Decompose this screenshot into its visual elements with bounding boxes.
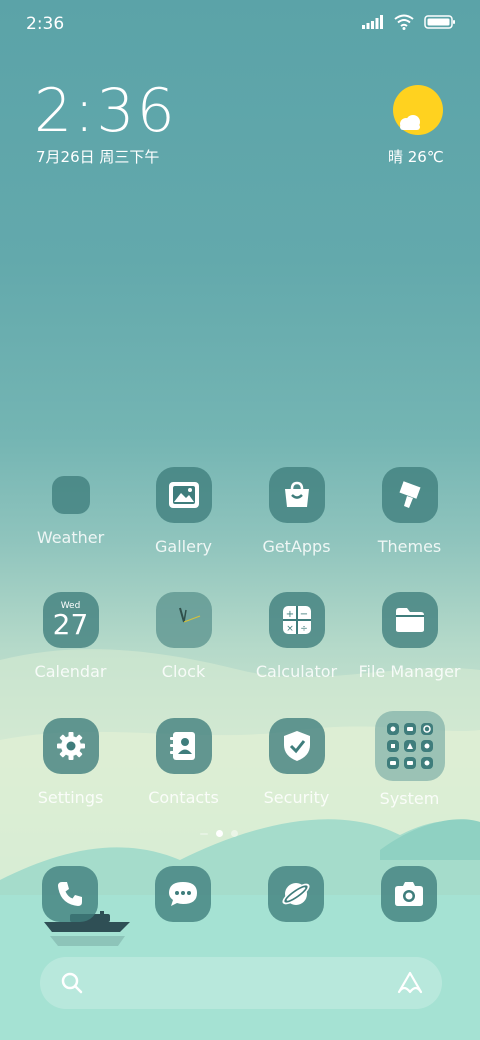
search-bar[interactable] [40,957,442,1009]
calendar-icon: Wed 27 [42,592,99,648]
app-label: Clock [161,662,206,681]
status-icons [362,14,456,30]
status-time: 2:36 [26,14,65,34]
contacts-book-icon [155,718,212,774]
app-clock[interactable]: Clock [127,592,240,681]
camera-icon [395,882,423,906]
app-calendar[interactable]: Wed 27 Calendar [14,592,127,681]
paintbrush-icon [381,467,438,523]
app-label: Weather [36,528,105,547]
gear-icon [42,718,99,774]
app-label: Calendar [34,662,107,681]
app-themes[interactable]: Themes [353,467,466,556]
folder-icon [381,592,438,648]
app-settings[interactable]: Settings [14,718,127,807]
app-label: System [379,789,440,808]
dock-camera[interactable] [381,866,437,922]
weather-icon [51,476,90,514]
sun-cloud-icon[interactable] [392,84,444,136]
app-label: Contacts [148,788,219,807]
app-label: Security [263,788,330,807]
gallery-icon [155,467,212,523]
calendar-date-number: 27 [52,607,89,641]
dock-messages[interactable] [155,866,211,922]
clock-widget-time[interactable]: 2:36 [34,76,177,146]
app-label: Calculator [255,662,338,681]
dock-phone[interactable] [42,866,98,922]
weather-widget-text[interactable]: 晴 26℃ [388,146,444,167]
page-dot-active[interactable] [216,830,223,837]
clock-widget-date[interactable]: 7月26日 周三下午 [36,146,159,167]
battery-icon [424,15,455,29]
phone-icon [58,882,82,906]
app-weather[interactable]: Weather [14,467,127,547]
boat-shape [44,922,130,932]
app-contacts[interactable]: Contacts [127,718,240,807]
svg-text:÷: ÷ [300,624,308,634]
wifi-icon [394,14,414,30]
dock-browser[interactable] [268,866,324,922]
browser-icon [282,883,310,905]
status-bar: 2:36 [0,0,480,50]
svg-text:−: − [299,609,307,620]
shopping-bag-icon [268,467,325,523]
app-label: Gallery [155,537,212,556]
app-calculator[interactable]: + − × ÷ Calculator [240,592,353,681]
svg-text:×: × [286,624,294,634]
app-folder-system[interactable]: System [353,711,466,808]
svg-text:+: + [285,609,293,620]
assistant-logo-icon[interactable] [396,970,424,996]
app-gallery[interactable]: Gallery [127,467,240,556]
app-label: Settings [37,788,104,807]
app-security[interactable]: Security [240,718,353,807]
shield-check-icon [268,718,325,774]
app-label: File Manager [358,662,461,681]
calculator-icon: + − × ÷ [268,592,325,648]
messages-icon [169,882,197,906]
page-dot[interactable] [231,830,238,837]
search-icon [61,972,83,994]
app-label: GetApps [262,537,331,556]
app-label: Themes [377,537,442,556]
app-getapps[interactable]: GetApps [240,467,353,556]
clock-icon [155,592,212,648]
page-indicator[interactable] [200,830,238,837]
signal-icon [362,15,383,29]
folder-grid-icon [374,711,445,781]
app-file-manager[interactable]: File Manager [353,592,466,681]
feed-page-indicator[interactable] [200,832,208,835]
